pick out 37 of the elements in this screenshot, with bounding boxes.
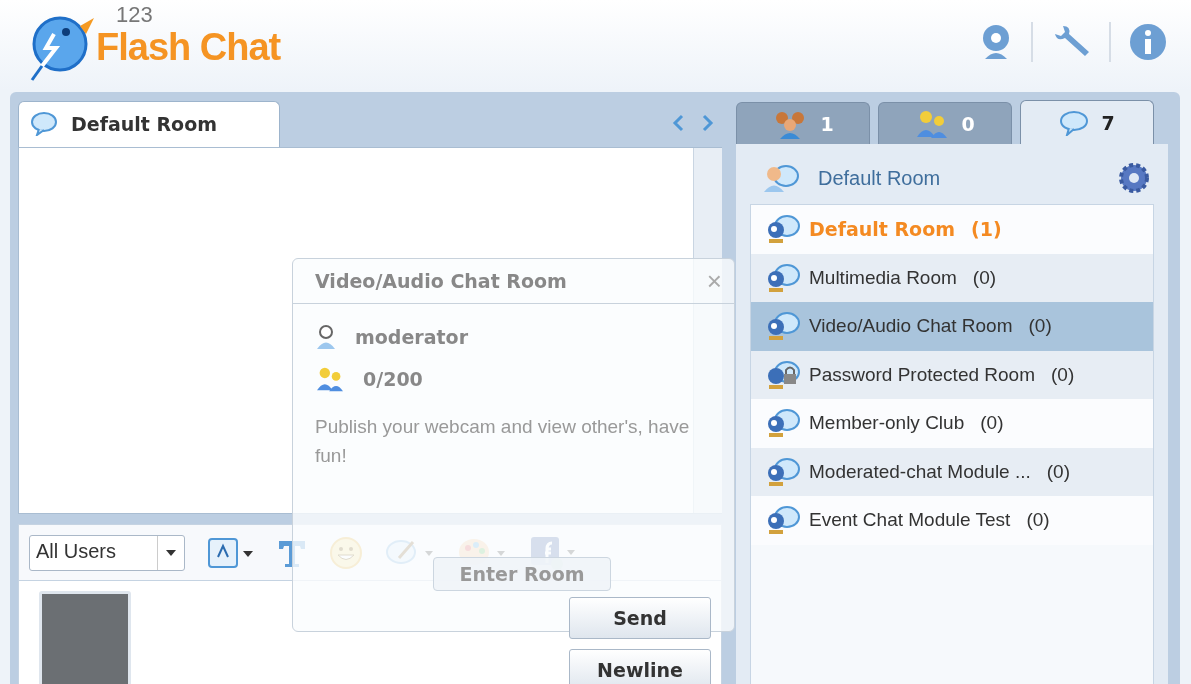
logo-wordmark: Flash Chat — [96, 26, 281, 68]
user-icon — [315, 324, 337, 350]
room-tab[interactable]: Default Room — [18, 100, 280, 147]
user-bubble-icon — [762, 163, 800, 193]
webcam-bubble-icon — [765, 311, 801, 342]
popup-title: Video/Audio Chat Room — [315, 270, 567, 292]
room-list-item[interactable]: Member-only Club (0) — [751, 399, 1153, 448]
send-button[interactable]: Send — [569, 597, 711, 639]
font-color-icon[interactable] — [207, 536, 255, 569]
speech-bubble-icon — [1059, 109, 1090, 136]
newline-button[interactable]: Newline — [569, 649, 711, 684]
sidebar-tab[interactable]: 7 — [1020, 100, 1154, 144]
webcam-bubble-icon — [765, 262, 801, 293]
arrow-right-icon[interactable] — [702, 114, 714, 133]
room-list-item[interactable]: Event Chat Module Test (0) — [751, 496, 1153, 545]
room-occupancy: 0/200 — [363, 368, 423, 390]
current-room-name: Default Room — [818, 166, 942, 190]
room-list-item[interactable]: Multimedia Room (0) — [751, 253, 1153, 302]
two-users-icon — [315, 366, 345, 392]
webcam-bubble-icon — [765, 408, 801, 439]
info-icon[interactable] — [1129, 23, 1167, 61]
speech-bubble-icon — [31, 112, 57, 137]
room-list-item[interactable]: Video/Audio Chat Room (0) — [751, 302, 1153, 351]
webcam-bubble-icon — [765, 456, 801, 487]
webcam-bubble-icon — [765, 214, 801, 245]
logo-number: 123 — [116, 4, 154, 26]
two-users-icon — [915, 108, 950, 139]
webcam-lock-icon — [765, 359, 801, 390]
caret-icon — [166, 549, 176, 556]
arrow-left-icon[interactable] — [672, 114, 684, 133]
room-owner: moderator — [355, 326, 469, 348]
settings-icon[interactable] — [1118, 162, 1150, 194]
room-list-item[interactable]: Password Protected Room (0) — [751, 350, 1153, 399]
recipient-dropdown[interactable]: All Users — [29, 534, 185, 571]
room-list-item[interactable]: Moderated-chat Module ... (0) — [751, 447, 1153, 496]
webcam-bubble-icon — [765, 505, 801, 536]
room-description: Publish your webcam and view other's, have fun! — [315, 415, 691, 468]
